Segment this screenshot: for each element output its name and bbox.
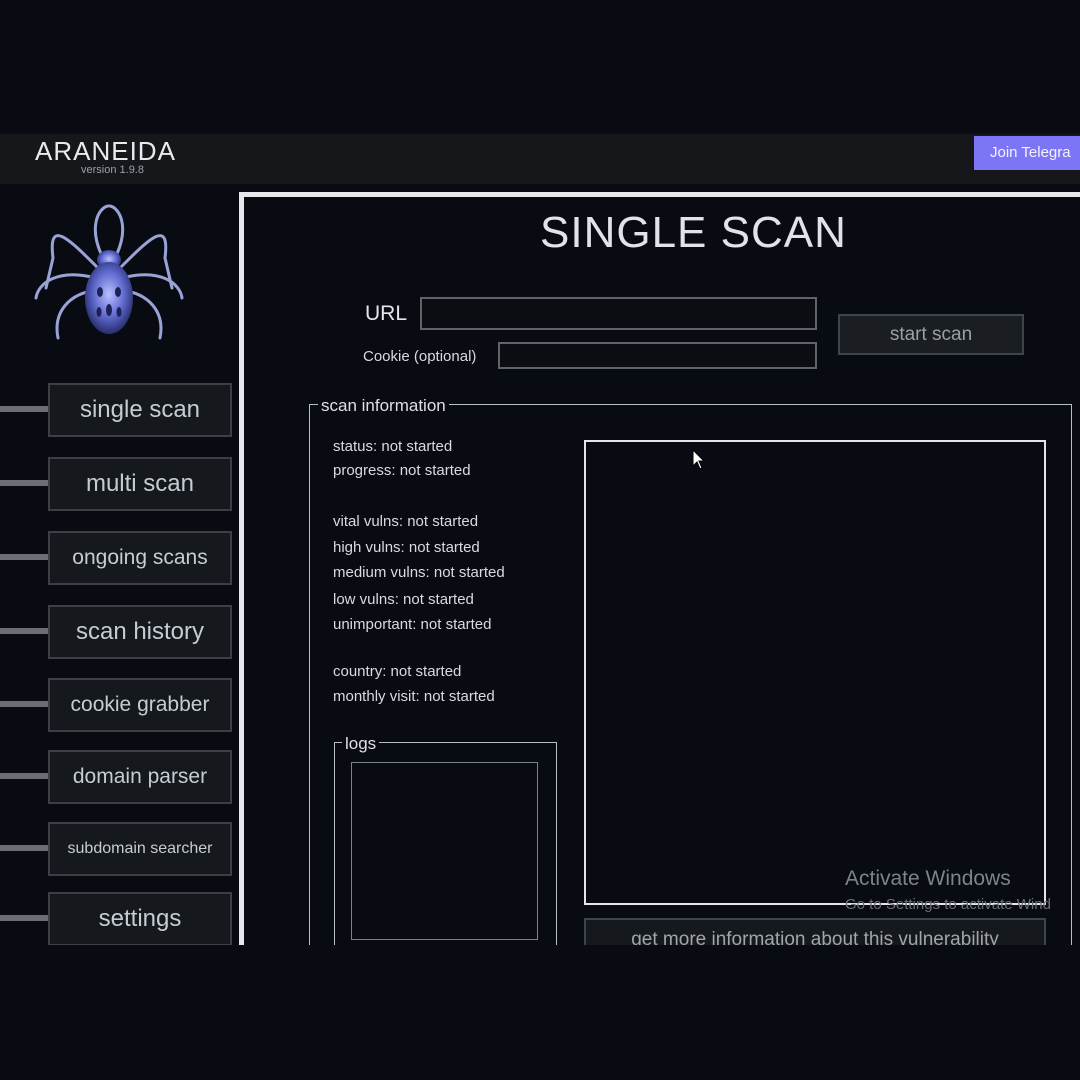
spider-icon (34, 204, 184, 340)
activate-windows-title: Activate Windows (845, 867, 1011, 890)
sidebar-item-scan-history: scan history (0, 605, 240, 659)
join-telegram-button[interactable]: Join Telegra (974, 136, 1080, 170)
app-version: version 1.9.8 (81, 164, 144, 176)
settings-button[interactable]: settings (48, 892, 232, 946)
nav-connector (0, 554, 50, 560)
sidebar-item-subdomain-searcher: subdomain searcher (0, 822, 240, 876)
start-scan-button[interactable]: start scan (838, 314, 1024, 355)
app-window: ARANEIDA version 1.9.8 Join Telegra sing… (0, 0, 1080, 1080)
subdomain-searcher-button[interactable]: subdomain searcher (48, 822, 232, 876)
sidebar: single scan multi scan ongoing scans sca… (0, 184, 240, 946)
sidebar-item-multi-scan: multi scan (0, 457, 240, 511)
vulnerability-list[interactable] (584, 440, 1046, 905)
nav-connector (0, 773, 50, 779)
cookie-label: Cookie (optional) (363, 348, 477, 365)
monthly-visit-text: monthly visit: not started (333, 688, 495, 705)
sidebar-item-ongoing-scans: ongoing scans (0, 531, 240, 585)
domain-parser-button[interactable]: domain parser (48, 750, 232, 804)
nav-connector (0, 406, 50, 412)
sidebar-item-single-scan: single scan (0, 383, 240, 437)
brand: ARANEIDA version 1.9.8 (35, 136, 195, 176)
scan-history-button[interactable]: scan history (48, 605, 232, 659)
scan-information-title: scan information (318, 396, 449, 416)
cookie-input[interactable] (498, 342, 817, 369)
logs-title: logs (342, 734, 380, 754)
sidebar-item-cookie-grabber: cookie grabber (0, 678, 240, 732)
app-name: ARANEIDA (35, 136, 176, 166)
mouse-cursor-icon (692, 449, 706, 470)
single-scan-button[interactable]: single scan (48, 383, 232, 437)
progress-text: progress: not started (333, 462, 471, 479)
nav-connector (0, 480, 50, 486)
status-text: status: not started (333, 438, 453, 455)
nav-connector (0, 915, 50, 921)
logs-area[interactable] (351, 762, 538, 940)
country-text: country: not started (333, 663, 462, 680)
top-bar: ARANEIDA version 1.9.8 Join Telegra (0, 134, 1080, 184)
nav-connector (0, 628, 50, 634)
medium-vulns-text: medium vulns: not started (333, 564, 505, 581)
nav-connector (0, 701, 50, 707)
cookie-grabber-button[interactable]: cookie grabber (48, 678, 232, 732)
url-input[interactable] (420, 297, 817, 330)
unimportant-text: unimportant: not started (333, 616, 492, 633)
ongoing-scans-button[interactable]: ongoing scans (48, 531, 232, 585)
activate-windows-subtitle: Go to Settings to activate Wind (845, 896, 1051, 913)
vital-vulns-text: vital vulns: not started (333, 513, 479, 530)
multi-scan-button[interactable]: multi scan (48, 457, 232, 511)
high-vulns-text: high vulns: not started (333, 539, 480, 556)
url-label: URL (365, 302, 408, 325)
bottom-band (0, 945, 1080, 1080)
page-title: SINGLE SCAN (540, 208, 847, 257)
nav-connector (0, 845, 50, 851)
sidebar-item-settings: settings (0, 892, 240, 946)
low-vulns-text: low vulns: not started (333, 591, 474, 608)
sidebar-item-domain-parser: domain parser (0, 750, 240, 804)
